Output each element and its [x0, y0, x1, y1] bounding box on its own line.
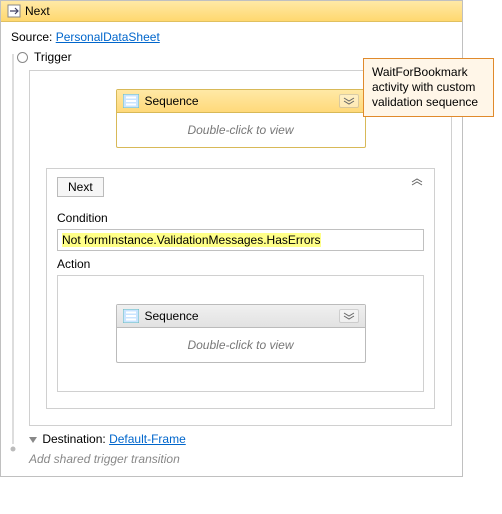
arrow-down-icon — [29, 437, 37, 443]
source-row: Source: PersonalDataSheet — [11, 30, 452, 44]
action-sequence-title: Sequence — [145, 309, 199, 323]
action-sequence-header[interactable]: Sequence — [117, 305, 365, 328]
source-label: Source: — [11, 30, 52, 44]
condition-input[interactable]: Not formInstance.ValidationMessages.HasE… — [57, 229, 424, 251]
add-shared-trigger[interactable]: Add shared trigger transition — [29, 452, 452, 466]
transition-detail-box: Next Condition Not formInstance.Validati… — [46, 168, 435, 409]
title-text: Next — [25, 4, 50, 18]
next-button[interactable]: Next — [57, 177, 104, 197]
action-label: Action — [57, 257, 424, 271]
trigger-sequence-card[interactable]: Sequence Double-click to view — [116, 89, 366, 148]
radio-icon[interactable] — [17, 52, 28, 63]
annotation-callout: WaitForBookmark activity with custom val… — [363, 58, 494, 117]
chevron-down-icon[interactable] — [339, 94, 359, 108]
sequence-icon — [123, 94, 139, 108]
action-sequence-card[interactable]: Sequence Double-click to view — [116, 304, 366, 363]
source-link[interactable]: PersonalDataSheet — [56, 30, 160, 44]
trigger-container: Sequence Double-click to view Next Condi… — [29, 70, 452, 426]
action-sequence-hint: Double-click to view — [117, 328, 365, 362]
trigger-sequence-header[interactable]: Sequence — [117, 90, 365, 113]
destination-label: Destination: — [42, 432, 105, 446]
condition-value: Not formInstance.ValidationMessages.HasE… — [62, 233, 321, 247]
action-container: Sequence Double-click to view — [57, 275, 424, 392]
trigger-sequence-title: Sequence — [145, 94, 199, 108]
trigger-sequence-hint: Double-click to view — [117, 113, 365, 147]
destination-row: Destination: Default-Frame — [29, 432, 452, 446]
title-bar[interactable]: Next — [1, 1, 462, 22]
connector-line — [8, 54, 18, 454]
chevron-down-icon[interactable] — [339, 309, 359, 323]
condition-label: Condition — [57, 211, 424, 225]
sequence-icon — [123, 309, 139, 323]
chevron-up-icon[interactable] — [408, 175, 426, 189]
trigger-label: Trigger — [34, 50, 72, 64]
transition-icon — [7, 4, 21, 18]
destination-link[interactable]: Default-Frame — [109, 432, 186, 446]
